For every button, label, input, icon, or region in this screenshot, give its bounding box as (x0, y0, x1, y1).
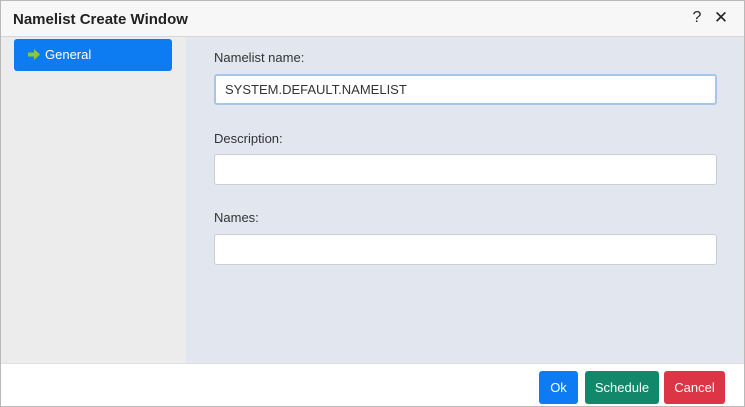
close-button[interactable]: ✕ (711, 7, 731, 29)
window-title: Namelist Create Window (13, 11, 188, 28)
names-input[interactable] (214, 234, 717, 265)
help-button[interactable]: ? (687, 7, 707, 29)
sidebar-item-label: General (45, 47, 92, 62)
cancel-button[interactable]: Cancel (664, 371, 725, 404)
arrow-right-icon (28, 49, 40, 60)
namelist-name-input[interactable] (214, 74, 717, 105)
sidebar: General (1, 37, 186, 363)
footer: Ok Schedule Cancel (1, 363, 744, 406)
form-panel: Namelist name: Description: Names: (186, 37, 744, 363)
namelist-name-label: Namelist name: (214, 50, 305, 65)
ok-button[interactable]: Ok (539, 371, 578, 404)
sidebar-item-general[interactable]: General (14, 39, 172, 71)
schedule-button[interactable]: Schedule (585, 371, 659, 404)
description-label: Description: (214, 131, 283, 146)
namelist-create-window: Namelist Create Window ? ✕ General Namel… (0, 0, 745, 407)
description-input[interactable] (214, 154, 717, 185)
names-label: Names: (214, 210, 259, 225)
title-bar: Namelist Create Window ? ✕ (1, 1, 744, 37)
